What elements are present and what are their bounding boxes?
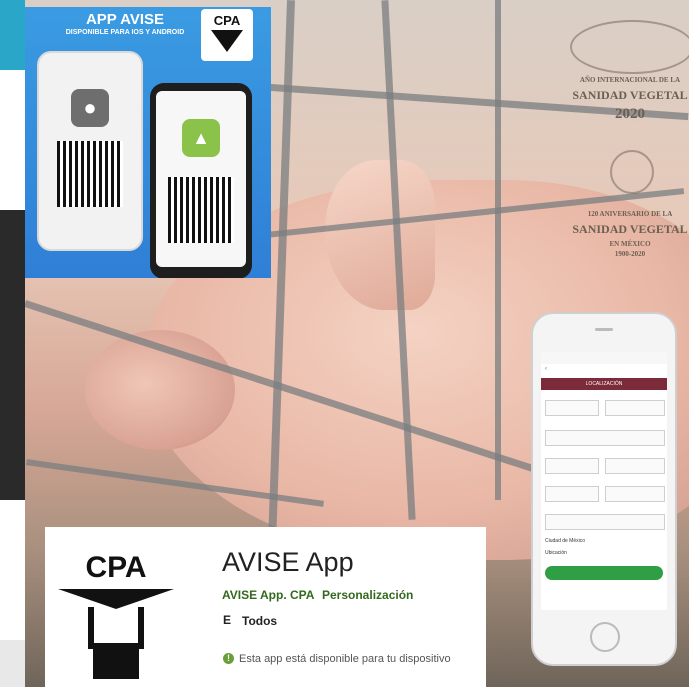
form-field[interactable] bbox=[605, 458, 665, 474]
form-field[interactable] bbox=[545, 514, 665, 530]
watermark-line6: EN MÉXICO bbox=[609, 240, 651, 248]
back-button[interactable]: ‹ bbox=[545, 366, 547, 372]
sanidad-emblem-icon bbox=[570, 20, 689, 74]
form-field[interactable] bbox=[545, 430, 665, 446]
app-title: AVISE App bbox=[222, 547, 354, 577]
form-field[interactable] bbox=[545, 400, 599, 416]
plant-emblem-icon bbox=[610, 150, 654, 194]
android-icon: ▲ bbox=[182, 119, 220, 157]
cpa-logo-text: CPA bbox=[213, 13, 241, 28]
form-field[interactable] bbox=[545, 458, 599, 474]
content-rating-icon: E bbox=[223, 613, 232, 627]
watermark-line2: SANIDAD VEGETAL bbox=[572, 88, 688, 102]
iphone-mockup: ● bbox=[37, 51, 143, 251]
app-screenshot-phone: ‹ LOCALIZACIÓN Ciudad de México Ubicació… bbox=[531, 312, 677, 666]
home-button[interactable] bbox=[590, 622, 620, 652]
cpa-emblem-icon bbox=[211, 30, 243, 52]
left-edge-image-top bbox=[0, 0, 25, 70]
form-field[interactable] bbox=[545, 486, 599, 502]
watermark-line5: SANIDAD VEGETAL bbox=[572, 222, 688, 236]
cpa-store-logo-icon: CPA bbox=[55, 551, 177, 687]
cpa-logo-icon: CPA bbox=[201, 9, 253, 61]
location-header-label: LOCALIZACIÓN bbox=[585, 381, 623, 387]
android-qr-code bbox=[168, 177, 234, 243]
location-label: Ubicación bbox=[545, 550, 567, 556]
left-edge-image-middle bbox=[0, 210, 25, 500]
status-bar bbox=[541, 352, 667, 364]
promo-subtitle: DISPONIBLE PARA IOS Y ANDROID bbox=[65, 29, 185, 36]
play-store-card: CPA AVISE App AVISE App. CPA Personaliza… bbox=[45, 527, 486, 687]
location-header: LOCALIZACIÓN bbox=[541, 378, 667, 390]
watermark-line7: 1900-2020 bbox=[614, 250, 646, 258]
availability-text: Esta app está disponible para tu disposi… bbox=[239, 653, 451, 665]
apple-icon: ● bbox=[71, 89, 109, 127]
app-promo-card: APP AVISE DISPONIBLE PARA IOS Y ANDROID … bbox=[25, 7, 271, 278]
cpa-store-logo-text: CPA bbox=[85, 551, 147, 584]
watermark-line1: AÑO INTERNACIONAL DE LA bbox=[579, 76, 681, 84]
promo-title: APP AVISE bbox=[85, 11, 165, 28]
form-field[interactable] bbox=[605, 400, 665, 416]
category-link[interactable]: Personalización bbox=[322, 588, 413, 602]
app-screen: ‹ LOCALIZACIÓN Ciudad de México Ubicació… bbox=[541, 352, 667, 610]
info-icon: ! bbox=[223, 653, 234, 664]
ios-qr-code bbox=[57, 141, 123, 207]
cage-bar bbox=[495, 0, 501, 500]
form-field[interactable] bbox=[605, 486, 665, 502]
city-label: Ciudad de México bbox=[545, 538, 586, 544]
watermark-line4: 120 ANIVERSARIO DE LA bbox=[587, 210, 673, 218]
developer-link[interactable]: AVISE App. CPA bbox=[222, 588, 314, 602]
android-phone-mockup: ▲ bbox=[150, 83, 252, 278]
watermark-line3: 2020 bbox=[615, 106, 645, 122]
left-edge-image-bottom bbox=[0, 640, 25, 687]
content-rating-label: Todos bbox=[242, 614, 278, 628]
phone-speaker bbox=[595, 328, 613, 331]
submit-button[interactable] bbox=[545, 566, 663, 580]
